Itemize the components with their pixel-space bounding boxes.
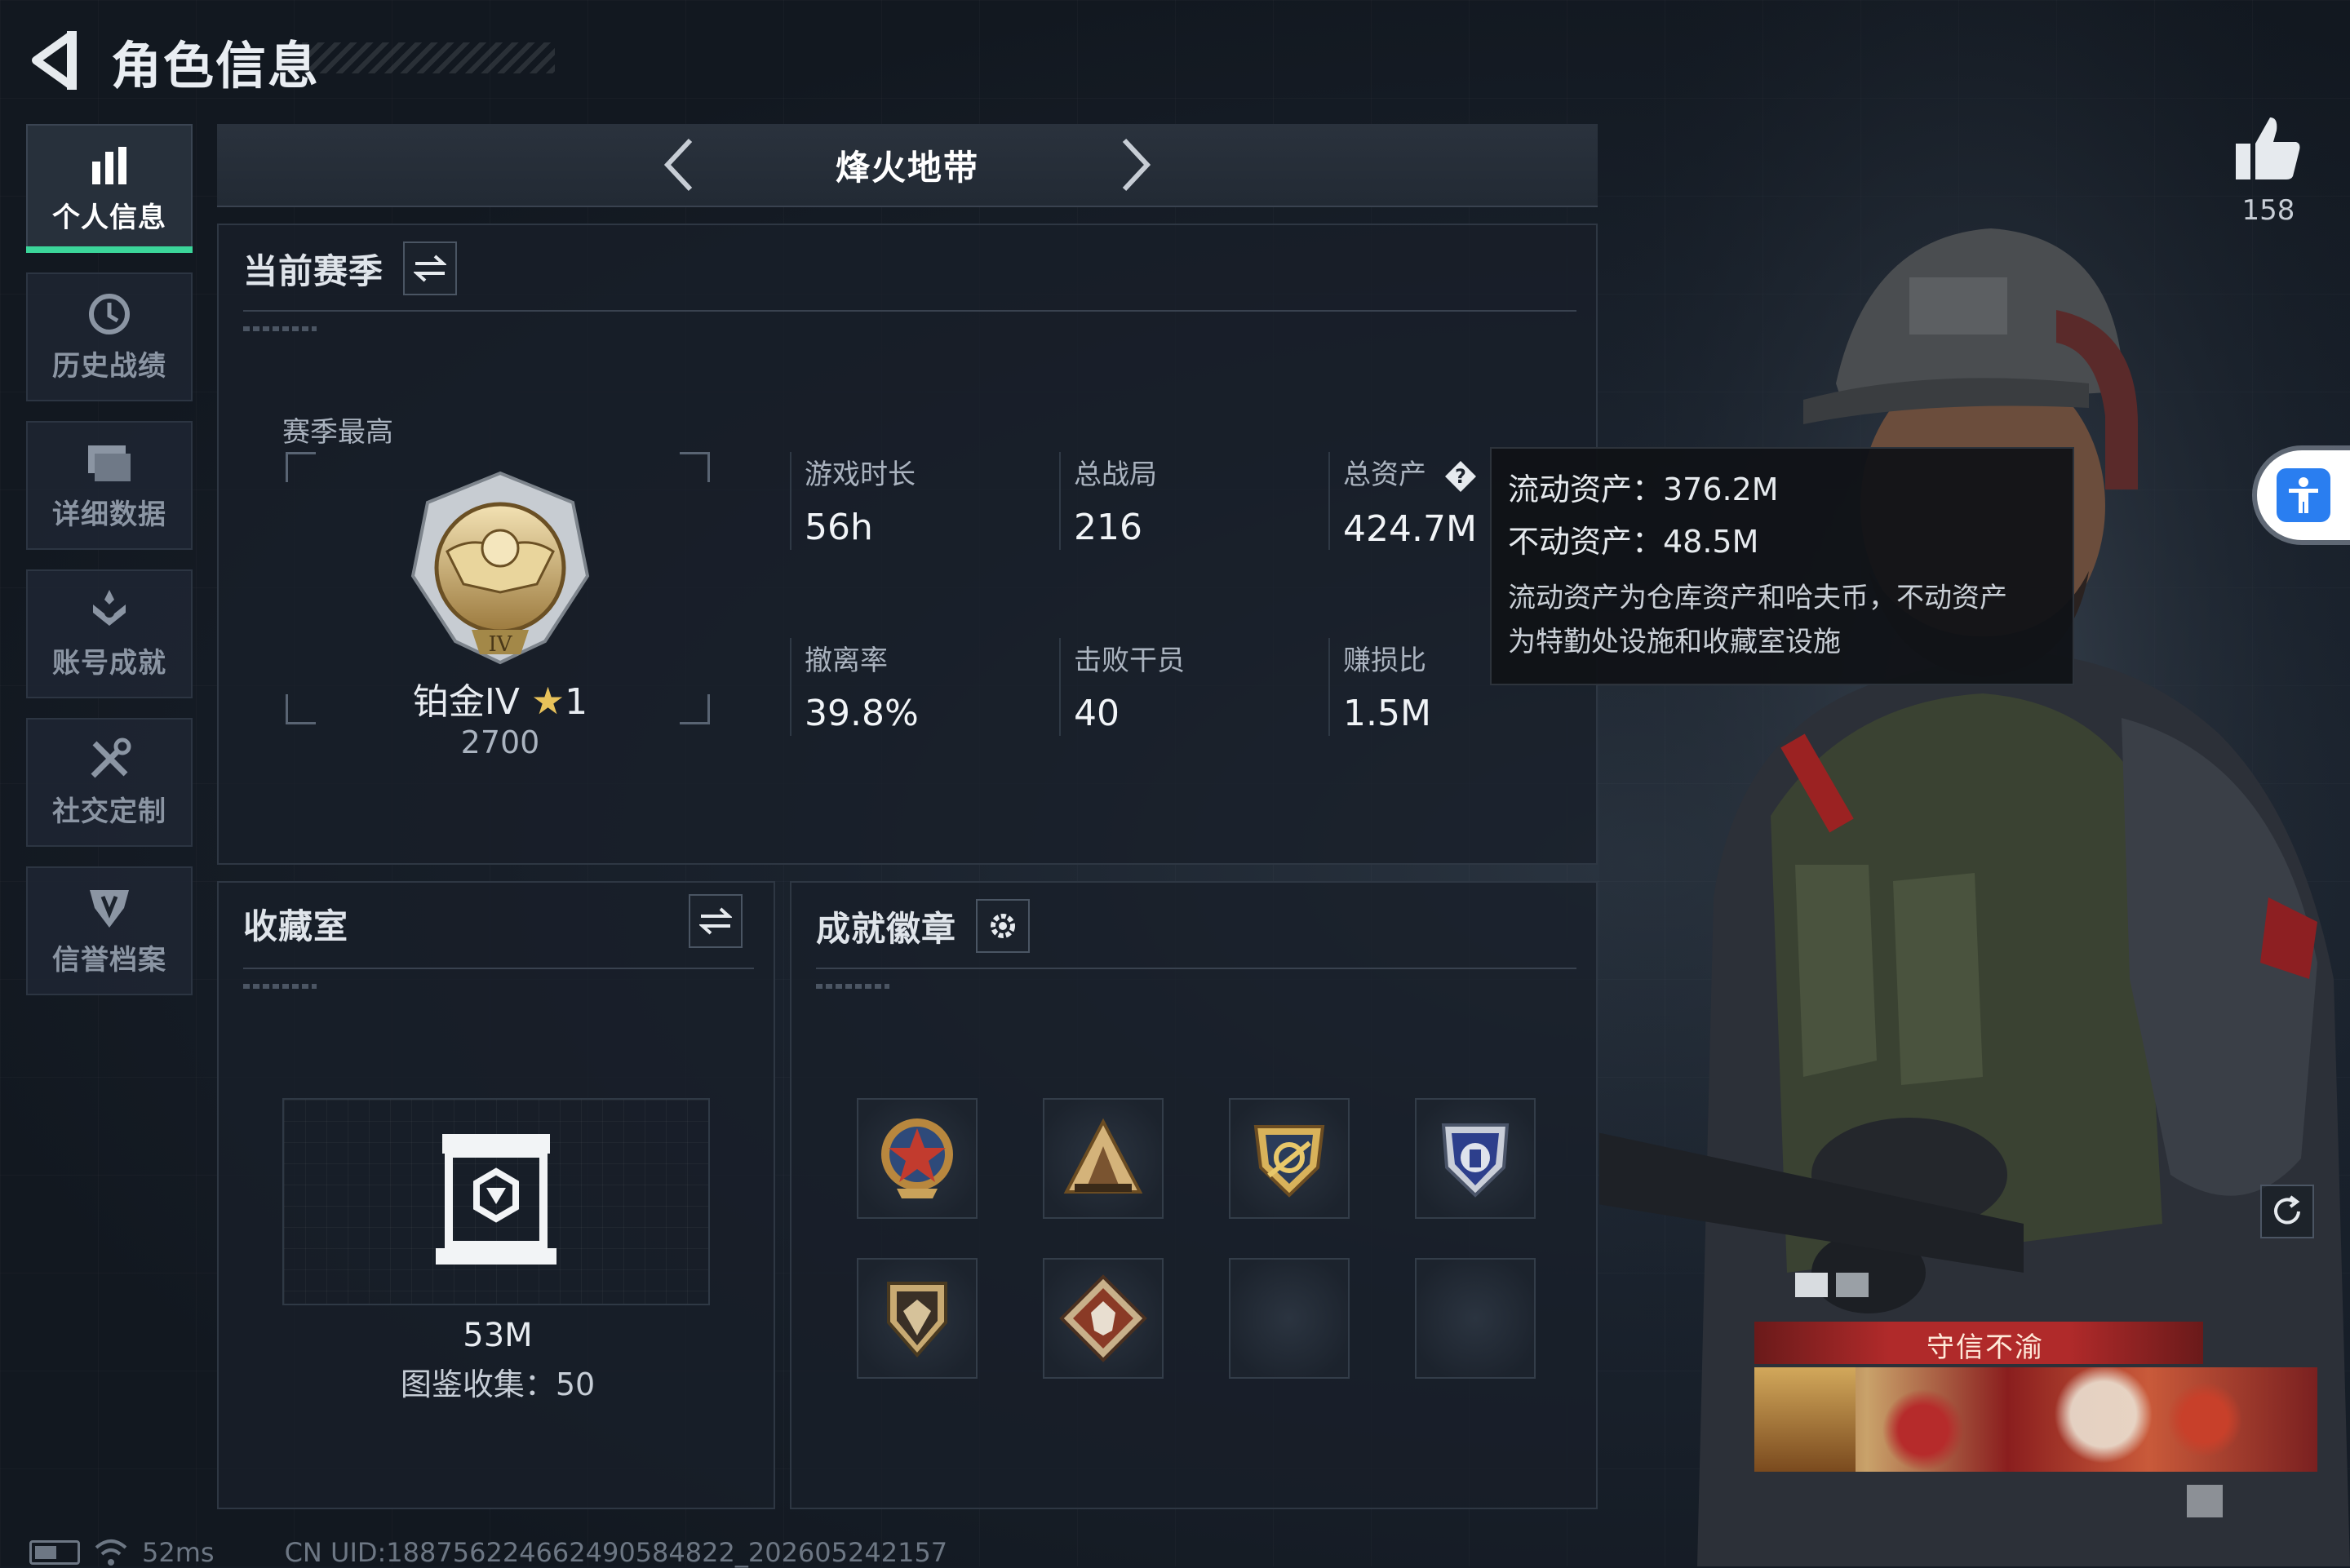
battery-icon xyxy=(29,1540,80,1565)
like-button[interactable] xyxy=(2232,114,2303,184)
sidebar-item-label: 历史战绩 xyxy=(52,349,166,383)
assets-tooltip: 流动资产：376.2M 不动资产：48.5M 流动资产为仓库资产和哈夫币，不动资… xyxy=(1490,447,2074,685)
sidebar-item-label: 信誉档案 xyxy=(52,943,166,977)
swap-icon xyxy=(699,907,732,935)
divider-dash xyxy=(816,984,889,989)
mode-selector: 烽火地带 xyxy=(217,124,1598,207)
title-decoration xyxy=(302,42,555,73)
stat-extraction-rate: 撤离率 39.8% xyxy=(790,638,919,736)
sidebar: 个人信息 历史战绩 详细数据 账号成就 社交定制 信誉档案 xyxy=(26,124,196,1015)
rotate-model-button[interactable] xyxy=(2260,1185,2314,1238)
accessibility-icon xyxy=(2289,477,2318,513)
status-bar: 52ms CN UID:1887562246624905848​22_20260… xyxy=(29,1537,947,1568)
svg-text:?: ? xyxy=(1455,465,1466,488)
folder-icon xyxy=(86,440,132,485)
collection-value: 53M xyxy=(463,1317,533,1354)
gem-shield-badge-icon[interactable] xyxy=(857,1258,978,1379)
refresh-icon xyxy=(2274,1195,2300,1225)
accessibility-button[interactable] xyxy=(2257,450,2350,540)
stat-profit-loss: 赚损比 1.5M xyxy=(1328,638,1431,736)
achievement-icon xyxy=(86,588,132,634)
title-emblem-icon xyxy=(1754,1367,1856,1472)
rank-star-icon: ★ xyxy=(530,679,565,723)
bar-chart-icon xyxy=(86,143,132,188)
divider xyxy=(243,968,754,969)
collection-title: 收藏室 xyxy=(243,906,349,946)
liquid-assets: 流动资产：376.2M xyxy=(1508,472,1779,507)
rank-name: 铂金IV ★1 xyxy=(412,679,588,723)
empty-badge-slot[interactable] xyxy=(1229,1258,1350,1379)
sidebar-item-achievements[interactable]: 账号成就 xyxy=(26,569,193,698)
achievement-badges-panel: 成就徽章 xyxy=(790,881,1598,1509)
swap-icon xyxy=(414,255,447,282)
divider xyxy=(243,310,1576,312)
collection-panel: 收藏室 53M 图鉴收集：50 xyxy=(217,881,775,1509)
uid-text: CN UID:1887562246624905848​22_2026052421… xyxy=(284,1537,948,1568)
help-icon[interactable]: ? xyxy=(1443,459,1478,494)
season-best-label: 赛季最高 xyxy=(282,416,393,449)
divider xyxy=(816,968,1576,969)
stat-playtime: 游戏时长 56h xyxy=(790,452,916,550)
mode-name: 烽火地带 xyxy=(835,148,979,188)
rank-emblem-icon: IV xyxy=(398,470,602,666)
empty-badge-slot[interactable] xyxy=(1415,1258,1536,1379)
thumbs-up-icon xyxy=(2236,117,2300,179)
fixed-assets: 不动资产：48.5M xyxy=(1508,524,1759,560)
blue-shield-badge-icon[interactable] xyxy=(1415,1098,1536,1219)
collection-count: 图鉴收集：50 xyxy=(400,1366,596,1402)
pyramid-badge-icon[interactable] xyxy=(1043,1098,1164,1219)
divider-dash xyxy=(243,326,317,331)
switch-season-button[interactable] xyxy=(403,241,458,295)
switch-collection-button[interactable] xyxy=(689,894,743,948)
stat-total-assets: 总资产 ? 424.7M xyxy=(1328,452,1478,550)
player-title-text: 守信不渝 xyxy=(1927,1331,2044,1364)
sidebar-item-label: 账号成就 xyxy=(52,646,166,680)
diamond-wolf-badge-icon[interactable] xyxy=(1043,1258,1164,1379)
sidebar-item-social-custom[interactable]: 社交定制 xyxy=(26,718,193,847)
gold-shield-badge-icon[interactable] xyxy=(1229,1098,1350,1219)
wifi-icon xyxy=(95,1539,127,1566)
rank-score: 2700 xyxy=(460,724,540,760)
history-clock-icon xyxy=(86,291,132,337)
current-season-panel: 当前赛季 赛季最高 IV 铂金IV ★1 2700 游戏时长 56h 总战局 2… xyxy=(217,224,1598,865)
svg-text:IV: IV xyxy=(488,632,512,657)
back-button[interactable] xyxy=(24,31,83,90)
vault-preview[interactable] xyxy=(282,1098,710,1305)
sidebar-item-label: 详细数据 xyxy=(52,498,166,531)
like-count: 158 xyxy=(2241,194,2295,227)
sidebar-item-detailed-data[interactable]: 详细数据 xyxy=(26,421,193,550)
credit-shield-icon xyxy=(86,885,132,931)
badges-title: 成就徽章 xyxy=(816,908,957,949)
player-title-card[interactable]: 守信不渝 xyxy=(1754,1322,2317,1473)
sidebar-item-label: 个人信息 xyxy=(52,201,166,234)
gear-icon xyxy=(991,914,1016,938)
back-arrow-icon xyxy=(32,31,77,90)
season-title: 当前赛季 xyxy=(243,250,384,291)
ping-value: 52ms xyxy=(142,1537,215,1568)
tools-icon xyxy=(86,737,132,782)
next-mode-button[interactable] xyxy=(1103,135,1162,194)
page-title: 角色信息 xyxy=(111,36,321,95)
stat-kills: 击败干员 40 xyxy=(1059,638,1185,736)
sidebar-item-history[interactable]: 历史战绩 xyxy=(26,272,193,401)
divider-dash xyxy=(243,984,317,989)
sidebar-item-personal-info[interactable]: 个人信息 xyxy=(26,124,193,253)
star-medal-badge-icon[interactable] xyxy=(857,1098,978,1219)
badge-settings-button[interactable] xyxy=(976,899,1031,953)
vault-icon xyxy=(436,1129,556,1268)
chevron-right-icon xyxy=(1122,138,1151,192)
sidebar-item-credit-record[interactable]: 信誉档案 xyxy=(26,866,193,995)
sidebar-item-label: 社交定制 xyxy=(52,795,166,828)
stat-total-matches: 总战局 216 xyxy=(1059,452,1157,550)
assets-note: 流动资产为仓库资产和哈夫币，不动资产 为特勤处设施和收藏室设施 xyxy=(1508,582,2007,658)
